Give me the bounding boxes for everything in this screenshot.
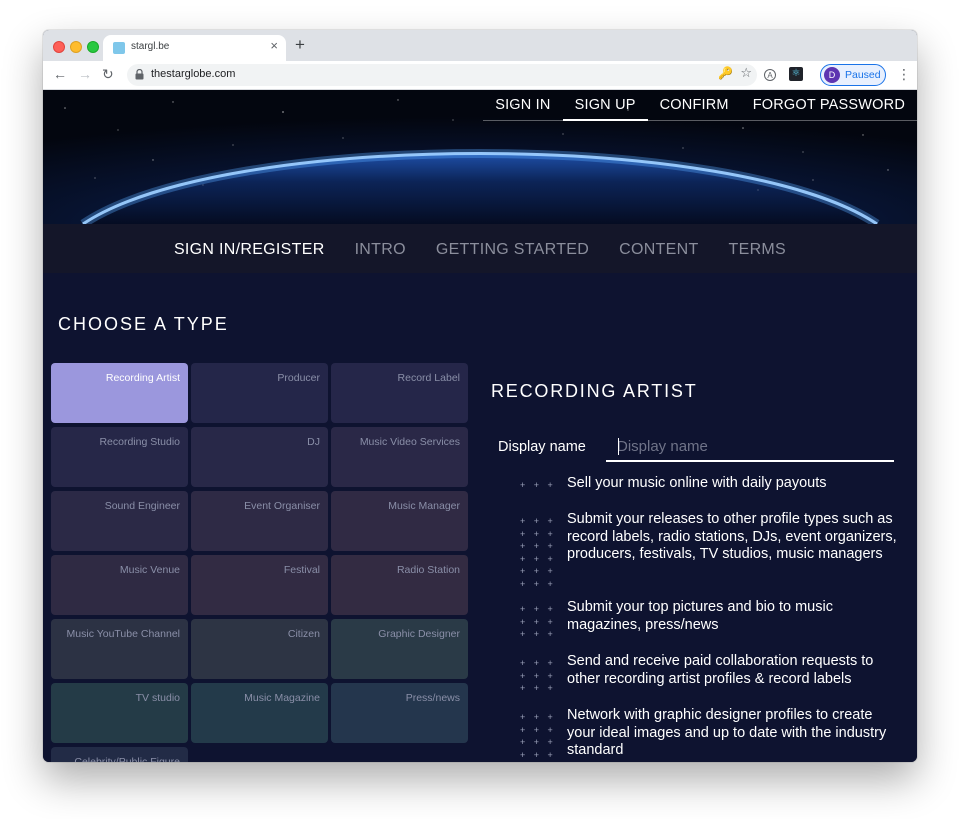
type-card[interactable]: Music Manager [331, 491, 468, 551]
extension-a-icon[interactable]: A [764, 69, 776, 81]
display-name-label: Display name [498, 439, 586, 455]
key-icon[interactable]: 🔑 [718, 66, 733, 80]
tab-terms[interactable]: TERMS [714, 224, 802, 273]
browser-toolbar: ← → ↻ thestarglobe.com 🔑 ☆ A ⚛ D Paused … [43, 61, 917, 90]
minimize-window-button[interactable] [70, 41, 82, 53]
tab-intro[interactable]: INTRO [340, 224, 421, 273]
type-card[interactable]: Record Label [331, 363, 468, 423]
type-card[interactable]: Celebrity/Public Figure [51, 747, 188, 762]
choose-type-heading: CHOOSE A TYPE [58, 314, 229, 334]
type-card[interactable]: Recording Artist [51, 363, 188, 423]
plus-grid-icon: + + ++ + ++ + ++ + ++ + + [520, 712, 556, 760]
address-bar[interactable]: thestarglobe.com 🔑 ☆ [127, 64, 757, 86]
nav-sign-in[interactable]: SIGN IN [483, 90, 563, 121]
feature-text: Sell your music online with daily payout… [567, 475, 827, 491]
nav-forgot-password[interactable]: FORGOT PASSWORD [740, 90, 917, 121]
type-card[interactable]: Music YouTube Channel [51, 619, 188, 679]
type-card[interactable]: Press/news [331, 683, 468, 743]
feature-text: Network with graphic designer profiles t… [567, 707, 887, 759]
profile-type-title: RECORDING ARTIST [491, 381, 698, 401]
type-card[interactable]: DJ [191, 427, 328, 487]
back-arrow-icon[interactable]: ← [53, 66, 67, 82]
bookmark-star-icon[interactable]: ☆ [740, 65, 752, 81]
feature-text: Send and receive paid collaboration requ… [567, 653, 874, 687]
type-card[interactable]: Graphic Designer [331, 619, 468, 679]
forward-arrow-icon[interactable]: → [78, 66, 92, 82]
display-name-input[interactable] [606, 433, 894, 462]
feature-text: Submit your releases to other profile ty… [567, 511, 897, 563]
new-tab-button[interactable]: + [295, 36, 305, 54]
type-card[interactable]: Music Magazine [191, 683, 328, 743]
plus-grid-icon: + + + [520, 480, 556, 490]
kebab-menu-icon[interactable]: ⋮ [897, 66, 911, 82]
type-card[interactable]: TV studio [51, 683, 188, 743]
type-card[interactable]: Music Venue [51, 555, 188, 615]
type-card[interactable]: Citizen [191, 619, 328, 679]
type-card[interactable]: Festival [191, 555, 328, 615]
page: SIGN IN SIGN UP CONFIRM FORGOT PASSWORD … [43, 90, 917, 762]
tab-sign-in-register[interactable]: SIGN IN/REGISTER [159, 224, 340, 273]
avatar: D [824, 67, 840, 83]
main-nav: SIGN IN/REGISTER INTRO GETTING STARTED C… [43, 224, 917, 273]
tab-close-icon[interactable]: × [270, 39, 278, 53]
close-window-button[interactable] [53, 41, 65, 53]
tab-strip: stargl.be × + [43, 30, 917, 61]
nav-sign-up[interactable]: SIGN UP [562, 90, 648, 121]
type-card[interactable]: Producer [191, 363, 328, 423]
profile-button[interactable]: D Paused [820, 64, 886, 86]
account-nav: SIGN IN SIGN UP CONFIRM FORGOT PASSWORD [483, 90, 917, 121]
type-card[interactable]: Event Organiser [191, 491, 328, 551]
hero-banner: SIGN IN SIGN UP CONFIRM FORGOT PASSWORD [43, 90, 917, 224]
type-card[interactable]: Radio Station [331, 555, 468, 615]
nav-confirm[interactable]: CONFIRM [647, 90, 741, 121]
tab-getting-started[interactable]: GETTING STARTED [421, 224, 604, 273]
text-caret [618, 438, 619, 455]
maximize-window-button[interactable] [87, 41, 99, 53]
profile-status: Paused [845, 69, 881, 81]
url-text: thestarglobe.com [151, 68, 236, 80]
plus-grid-icon: + + + + + + + + + [520, 658, 556, 693]
favicon-icon [113, 42, 125, 54]
reload-icon[interactable]: ↻ [102, 66, 114, 82]
tab-content[interactable]: CONTENT [604, 224, 713, 273]
type-card[interactable]: Music Video Services [331, 427, 468, 487]
react-devtools-icon[interactable]: ⚛ [789, 67, 803, 81]
browser-tab[interactable]: stargl.be × [103, 35, 286, 61]
lock-icon [135, 69, 144, 80]
type-card[interactable]: Sound Engineer [51, 491, 188, 551]
plus-grid-icon: + + + + + + + + + + + + + + + + + + [520, 516, 556, 589]
plus-grid-icon: + + + + + + + + + [520, 604, 556, 639]
feature-text: Submit your top pictures and bio to musi… [567, 599, 833, 633]
type-card[interactable]: Recording Studio [51, 427, 188, 487]
tab-title: stargl.be [131, 41, 170, 52]
browser-window: stargl.be × + ← → ↻ thestarglobe.com 🔑 ☆… [43, 30, 917, 762]
